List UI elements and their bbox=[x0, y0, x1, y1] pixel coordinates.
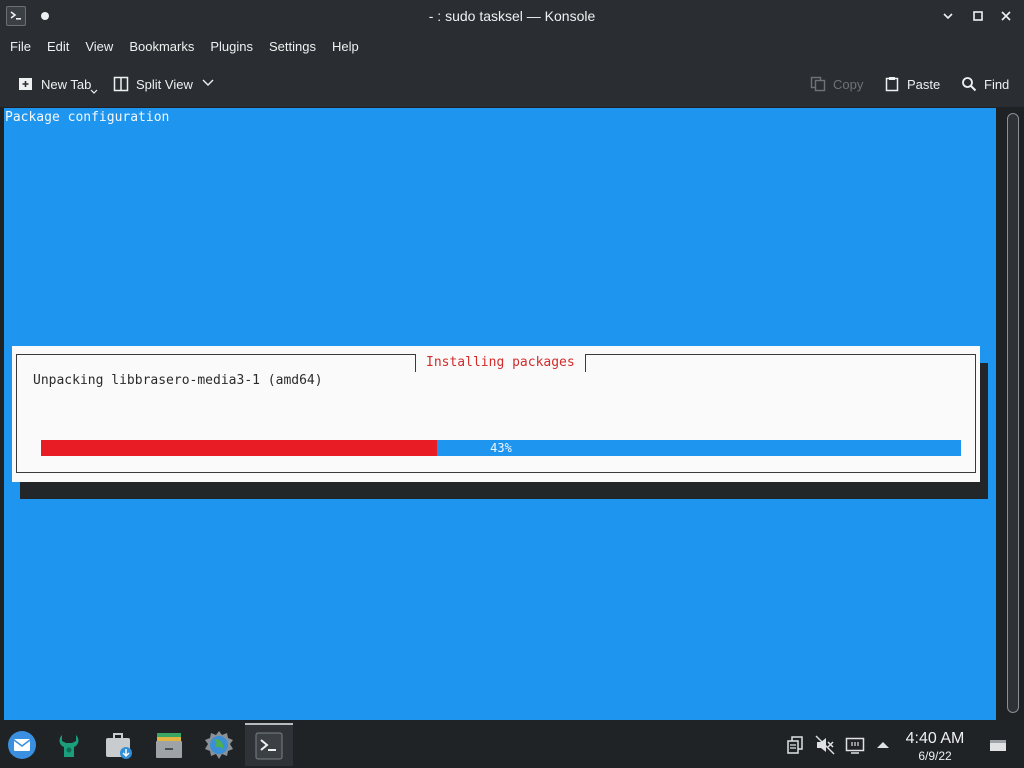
new-tab-button[interactable]: New Tab bbox=[18, 72, 91, 96]
minimize-button[interactable] bbox=[940, 8, 956, 24]
paste-label: Paste bbox=[907, 76, 941, 92]
terminal-screen[interactable]: Package configuration Installing package… bbox=[4, 108, 996, 720]
browser-icon[interactable] bbox=[203, 729, 235, 761]
menu-help[interactable]: Help bbox=[324, 32, 367, 61]
progress-bar: 43% bbox=[41, 440, 961, 456]
menu-edit[interactable]: Edit bbox=[39, 32, 77, 61]
dialog-frame: Installing packages Unpacking libbrasero… bbox=[16, 354, 976, 473]
copy-label: Copy bbox=[833, 76, 864, 92]
search-icon bbox=[962, 77, 977, 92]
files-icon[interactable] bbox=[153, 729, 185, 761]
taskbar: 4:40 AM 6/9/22 bbox=[0, 721, 1024, 768]
toolbar: New Tab Split View Copy Paste Find bbox=[0, 61, 1024, 107]
copy-button[interactable]: Copy bbox=[810, 72, 863, 96]
clipboard-tray-icon[interactable] bbox=[785, 735, 805, 755]
mail-icon[interactable] bbox=[6, 729, 38, 761]
scrollbar-thumb[interactable] bbox=[1007, 113, 1019, 713]
find-button[interactable]: Find bbox=[961, 72, 1009, 96]
network-icon[interactable] bbox=[845, 735, 865, 755]
new-tab-label: New Tab bbox=[41, 76, 92, 92]
installing-packages-dialog: Installing packages Unpacking libbrasero… bbox=[12, 346, 980, 482]
paste-icon bbox=[885, 77, 899, 92]
copy-icon bbox=[810, 76, 826, 92]
store-icon[interactable] bbox=[103, 729, 135, 761]
split-view-label: Split View bbox=[136, 76, 193, 92]
split-view-button[interactable]: Split View bbox=[113, 72, 193, 96]
dialog-message: Unpacking libbrasero-media3-1 (amd64) bbox=[33, 373, 323, 388]
menu-settings[interactable]: Settings bbox=[261, 32, 324, 61]
find-label: Find bbox=[984, 76, 1010, 92]
package-configuration-header: Package configuration bbox=[5, 110, 170, 125]
split-view-dropdown-icon[interactable] bbox=[202, 79, 214, 87]
scrollbar[interactable] bbox=[1002, 107, 1024, 721]
progress-label: 43% bbox=[490, 441, 512, 455]
window-title: - : sudo tasksel — Konsole bbox=[428, 8, 596, 24]
menu-bookmarks[interactable]: Bookmarks bbox=[121, 32, 202, 61]
konsole-task-active[interactable] bbox=[245, 723, 293, 766]
software-center-icon[interactable] bbox=[53, 729, 85, 761]
dialog-title: Installing packages bbox=[415, 354, 586, 372]
menu-bar: File Edit View Bookmarks Plugins Setting… bbox=[0, 32, 1024, 61]
title-bar: - : sudo tasksel — Konsole bbox=[0, 0, 1024, 32]
new-tab-icon bbox=[19, 78, 32, 90]
volume-muted-icon[interactable] bbox=[815, 735, 835, 755]
terminal-view[interactable]: Package configuration Installing package… bbox=[0, 107, 1024, 721]
paste-button[interactable]: Paste bbox=[884, 72, 940, 96]
menu-file[interactable]: File bbox=[2, 32, 39, 61]
close-button[interactable] bbox=[998, 8, 1014, 24]
new-tab-dropdown-icon[interactable] bbox=[90, 89, 98, 95]
maximize-button[interactable] bbox=[970, 8, 986, 24]
konsole-icon bbox=[255, 732, 283, 760]
clock-date[interactable]: 6/9/22 bbox=[880, 749, 990, 763]
menu-plugins[interactable]: Plugins bbox=[202, 32, 261, 61]
split-view-icon bbox=[113, 76, 129, 92]
show-desktop-icon[interactable] bbox=[988, 735, 1008, 755]
menu-view[interactable]: View bbox=[77, 32, 121, 61]
clock-time[interactable]: 4:40 AM bbox=[880, 730, 990, 748]
